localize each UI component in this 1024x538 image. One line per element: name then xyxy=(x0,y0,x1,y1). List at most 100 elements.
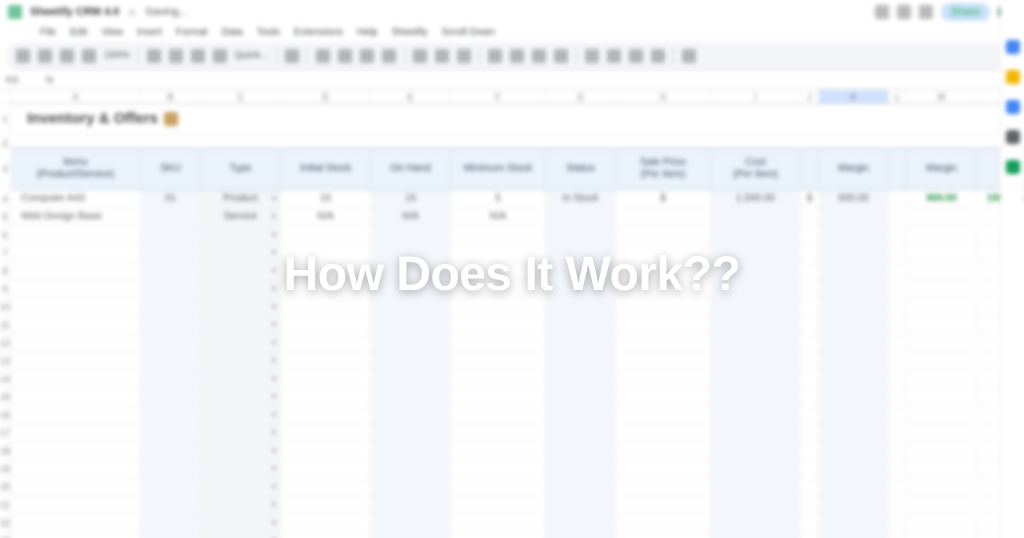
print-icon[interactable] xyxy=(60,49,74,63)
italic-icon[interactable] xyxy=(338,49,352,63)
bold-icon[interactable] xyxy=(316,49,330,63)
row-header[interactable]: 20 xyxy=(0,478,11,496)
paint-format-icon[interactable] xyxy=(82,49,96,63)
cell[interactable] xyxy=(801,460,819,477)
cell[interactable] xyxy=(141,460,201,477)
cell[interactable] xyxy=(11,496,141,513)
cell[interactable] xyxy=(451,316,546,333)
cell[interactable] xyxy=(201,424,281,441)
cell[interactable] xyxy=(616,352,711,369)
cell[interactable] xyxy=(201,406,281,423)
meet-icon[interactable] xyxy=(919,5,933,19)
link-icon[interactable] xyxy=(585,49,599,63)
cell[interactable] xyxy=(451,532,546,538)
cell[interactable] xyxy=(11,334,141,351)
cell[interactable] xyxy=(819,370,889,387)
sheet-grid[interactable]: ABCDEFGHIJKLMN Inventory & Offers Items(… xyxy=(11,90,1024,538)
cell[interactable] xyxy=(281,496,371,513)
cell[interactable] xyxy=(801,208,819,225)
row-header[interactable]: 17 xyxy=(0,424,11,442)
cell[interactable] xyxy=(889,244,907,261)
history-icon[interactable] xyxy=(875,5,889,19)
cell[interactable] xyxy=(907,262,977,279)
cell[interactable] xyxy=(616,298,711,315)
cell[interactable] xyxy=(546,370,616,387)
cell[interactable] xyxy=(801,406,819,423)
cell[interactable] xyxy=(889,208,907,225)
cell[interactable] xyxy=(546,514,616,531)
cell[interactable] xyxy=(819,496,889,513)
cell[interactable] xyxy=(801,370,819,387)
cell[interactable] xyxy=(451,334,546,351)
cell[interactable] xyxy=(201,460,281,477)
cell[interactable] xyxy=(141,226,201,243)
cell[interactable] xyxy=(616,370,711,387)
cell[interactable] xyxy=(11,370,141,387)
cell[interactable] xyxy=(451,514,546,531)
cell[interactable]: N/A xyxy=(371,208,451,225)
cell[interactable] xyxy=(711,298,801,315)
cell[interactable] xyxy=(201,478,281,495)
cell[interactable] xyxy=(616,460,711,477)
cell[interactable] xyxy=(907,316,977,333)
cell[interactable] xyxy=(11,244,141,261)
cell[interactable] xyxy=(281,514,371,531)
menu-view[interactable]: View xyxy=(101,27,123,38)
table-row[interactable] xyxy=(11,244,1024,262)
cell[interactable] xyxy=(11,532,141,538)
cell[interactable] xyxy=(141,208,201,225)
cell[interactable] xyxy=(281,244,371,261)
cell[interactable] xyxy=(546,208,616,225)
row-header[interactable]: 15 xyxy=(0,388,11,406)
font-select[interactable]: Quick... xyxy=(235,50,269,61)
cell[interactable] xyxy=(201,316,281,333)
cell[interactable] xyxy=(281,280,371,297)
cell[interactable] xyxy=(711,226,801,243)
cell[interactable] xyxy=(281,352,371,369)
table-row[interactable] xyxy=(11,532,1024,538)
cell[interactable] xyxy=(819,334,889,351)
cell[interactable] xyxy=(201,442,281,459)
cell[interactable] xyxy=(371,280,451,297)
cell[interactable] xyxy=(371,532,451,538)
cell[interactable] xyxy=(201,514,281,531)
cell[interactable] xyxy=(371,514,451,531)
cell[interactable] xyxy=(616,208,711,225)
table-row[interactable] xyxy=(11,442,1024,460)
cell[interactable] xyxy=(616,496,711,513)
cell[interactable] xyxy=(616,514,711,531)
menu-format[interactable]: Format xyxy=(176,27,208,38)
cell[interactable] xyxy=(616,388,711,405)
decimal-dec-icon[interactable] xyxy=(191,49,205,63)
column-header[interactable]: A xyxy=(11,90,141,104)
halign-icon[interactable] xyxy=(488,49,502,63)
cell[interactable] xyxy=(889,388,907,405)
cell[interactable] xyxy=(889,424,907,441)
cell[interactable] xyxy=(451,424,546,441)
text-color-icon[interactable] xyxy=(382,49,396,63)
cell[interactable] xyxy=(889,316,907,333)
table-row[interactable] xyxy=(11,514,1024,532)
cell[interactable] xyxy=(141,496,201,513)
cell[interactable] xyxy=(711,514,801,531)
cell[interactable] xyxy=(711,532,801,538)
cell[interactable] xyxy=(281,478,371,495)
cell[interactable] xyxy=(907,334,977,351)
cell[interactable] xyxy=(889,406,907,423)
cell[interactable] xyxy=(889,532,907,538)
cell[interactable] xyxy=(546,262,616,279)
cell[interactable] xyxy=(907,514,977,531)
cell[interactable] xyxy=(451,262,546,279)
cell[interactable] xyxy=(889,190,907,207)
menu-insert[interactable]: Insert xyxy=(137,27,162,38)
cell[interactable] xyxy=(801,496,819,513)
cell[interactable] xyxy=(201,352,281,369)
cell[interactable] xyxy=(201,226,281,243)
cell[interactable] xyxy=(819,298,889,315)
column-header[interactable]: D xyxy=(281,90,371,104)
column-header[interactable]: F xyxy=(451,90,546,104)
column-header[interactable]: E xyxy=(371,90,451,104)
table-row[interactable] xyxy=(11,460,1024,478)
contacts-icon[interactable] xyxy=(1006,130,1020,144)
cell[interactable] xyxy=(546,388,616,405)
